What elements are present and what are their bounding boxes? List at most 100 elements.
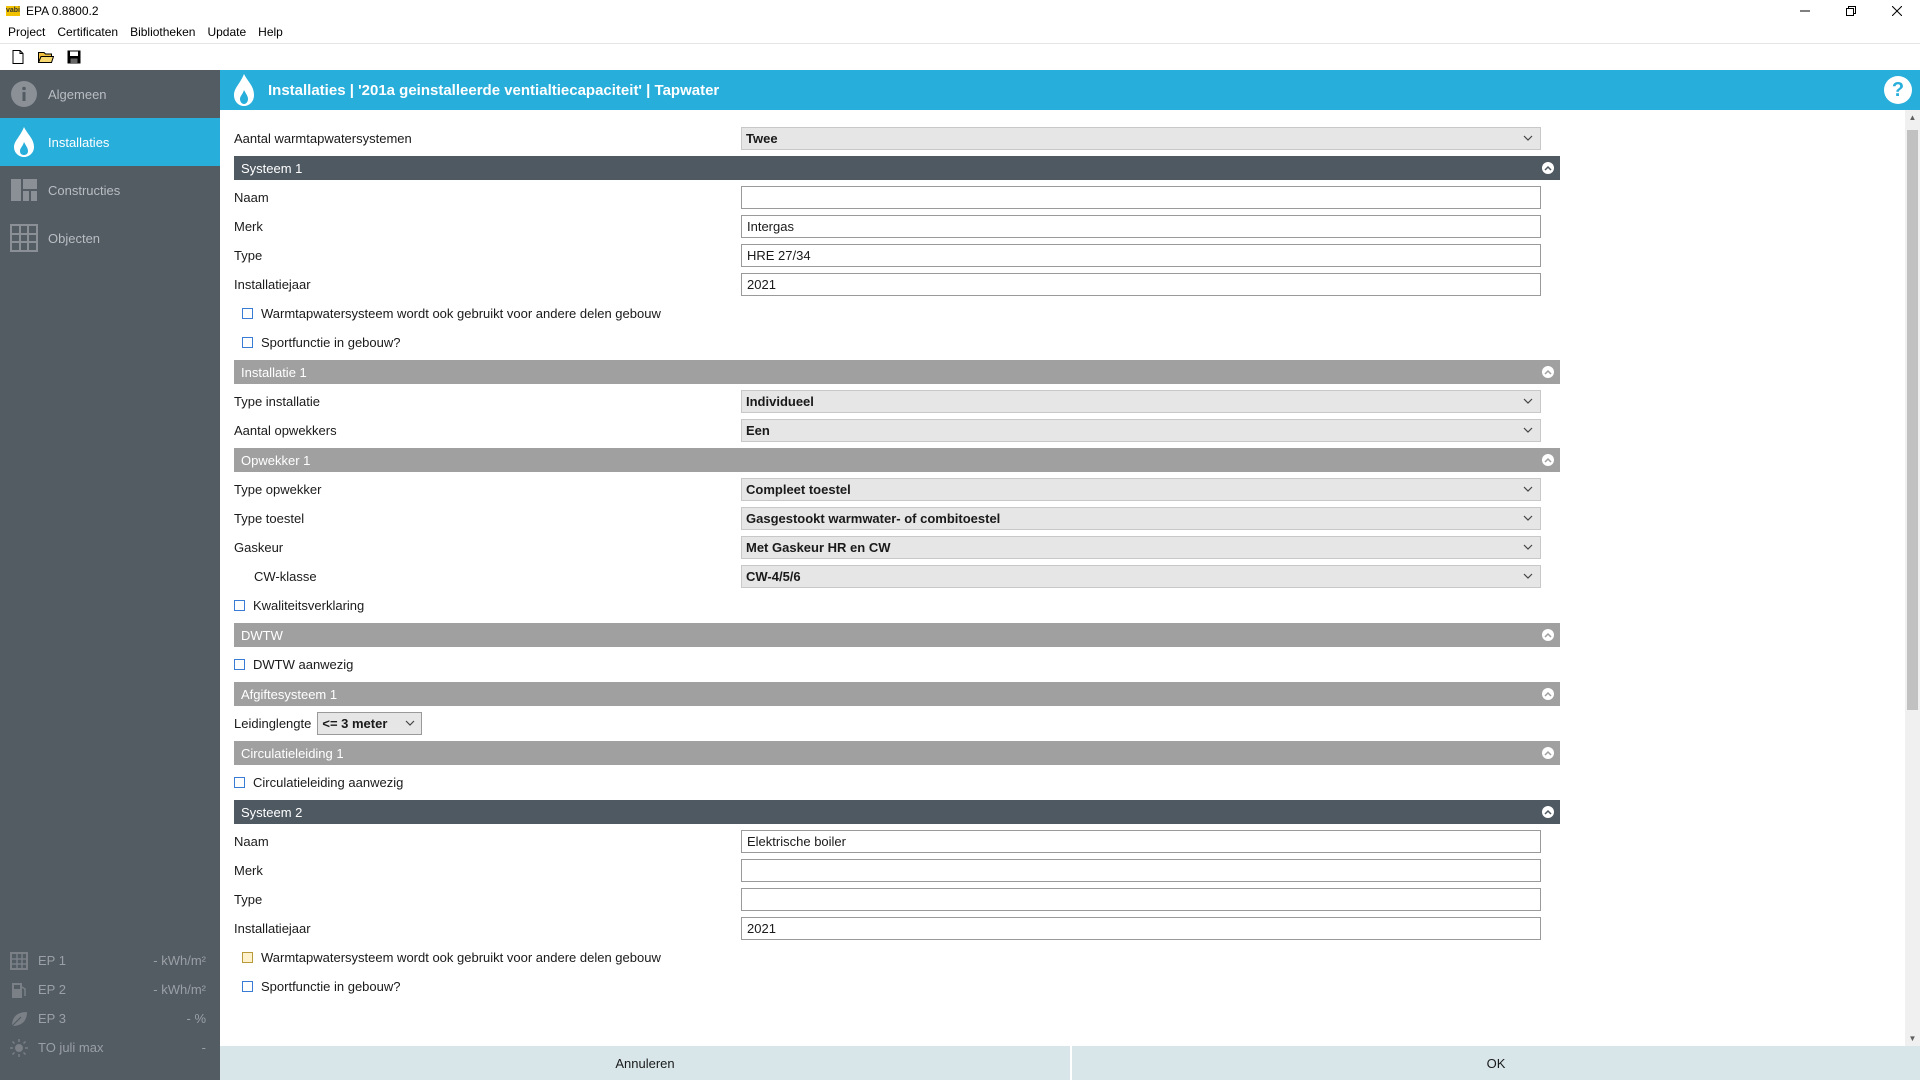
window-title: EPA 0.8800.2 xyxy=(26,4,99,18)
scroll-down-icon[interactable]: ▼ xyxy=(1905,1031,1920,1046)
section-installatie-1[interactable]: Installatie 1 xyxy=(234,360,1560,384)
menu-bibliotheken[interactable]: Bibliotheken xyxy=(124,25,201,39)
section-opwekker-1[interactable]: Opwekker 1 xyxy=(234,448,1560,472)
stat-ep2: EP 2 - kWh/m² xyxy=(0,975,220,1004)
new-file-icon[interactable] xyxy=(10,49,26,65)
menu-help[interactable]: Help xyxy=(252,25,289,39)
chevron-down-icon xyxy=(1523,398,1533,404)
kwaliteitsverklaring-checkbox[interactable] xyxy=(234,600,245,611)
main-content: Aantal warmtapwatersystemen Twee Systeem… xyxy=(220,110,1905,1046)
section-systeem-1[interactable]: Systeem 1 xyxy=(234,156,1560,180)
cancel-button[interactable]: Annuleren xyxy=(220,1046,1070,1080)
chevron-down-icon xyxy=(1523,515,1533,521)
cw-klasse-select[interactable]: CW-4/5/6 xyxy=(741,565,1541,588)
installatiejaar-input[interactable]: 2021 xyxy=(741,917,1541,940)
form-row: Merk Intergas xyxy=(234,212,1560,241)
scroll-thumb[interactable] xyxy=(1907,130,1918,710)
merk-input[interactable] xyxy=(741,859,1541,882)
minimize-icon[interactable] xyxy=(1782,0,1828,22)
save-icon[interactable] xyxy=(66,49,82,65)
andere-delen-checkbox-row[interactable]: Warmtapwatersysteem wordt ook gebruikt v… xyxy=(234,943,1560,972)
type-input[interactable] xyxy=(741,888,1541,911)
menu-update[interactable]: Update xyxy=(201,25,252,39)
open-folder-icon[interactable] xyxy=(38,49,54,65)
form-row: Installatiejaar 2021 xyxy=(234,270,1560,299)
flame-icon xyxy=(230,72,258,108)
section-systeem-2[interactable]: Systeem 2 xyxy=(234,800,1560,824)
type-opwekker-select[interactable]: Compleet toestel xyxy=(741,478,1541,501)
menu-certificaten[interactable]: Certificaten xyxy=(51,25,124,39)
collapse-icon[interactable] xyxy=(1542,747,1554,759)
andere-delen-checkbox[interactable] xyxy=(242,308,253,319)
sidebar-item-installaties[interactable]: Installaties xyxy=(0,118,220,166)
circulatieleiding-checkbox[interactable] xyxy=(234,777,245,788)
stat-to-juli: TO juli max - xyxy=(0,1033,220,1062)
collapse-icon[interactable] xyxy=(1542,454,1554,466)
sidebar-item-algemeen[interactable]: Algemeen xyxy=(0,70,220,118)
sidebar-item-objecten[interactable]: Objecten xyxy=(0,214,220,262)
sportfunctie-checkbox-row[interactable]: Sportfunctie in gebouw? xyxy=(234,972,1560,1001)
window-controls xyxy=(1782,0,1920,22)
dwtw-checkbox-row[interactable]: DWTW aanwezig xyxy=(234,650,1560,679)
collapse-icon[interactable] xyxy=(1542,366,1554,378)
collapse-icon[interactable] xyxy=(1542,688,1554,700)
form-row: Leidinglengte <= 3 meter xyxy=(234,709,1560,738)
circulatieleiding-checkbox-row[interactable]: Circulatieleiding aanwezig xyxy=(234,768,1560,797)
type-installatie-select[interactable]: Individueel xyxy=(741,390,1541,413)
building-icon xyxy=(10,951,28,970)
stat-ep1: EP 1 - kWh/m² xyxy=(0,946,220,975)
energy-stats: EP 1 - kWh/m² EP 2 - kWh/m² EP 3 - % TO … xyxy=(0,946,220,1062)
chevron-down-icon xyxy=(1523,486,1533,492)
naam-input[interactable] xyxy=(741,186,1541,209)
blocks-icon xyxy=(10,176,38,204)
leaf-icon xyxy=(10,1010,28,1028)
form-row: Naam Elektrische boiler xyxy=(234,827,1560,856)
form-row: Installatiejaar 2021 xyxy=(234,914,1560,943)
sidebar: Algemeen Installaties Constructies Objec… xyxy=(0,70,220,1080)
collapse-icon[interactable] xyxy=(1542,629,1554,641)
sportfunctie-checkbox-row[interactable]: Sportfunctie in gebouw? xyxy=(234,328,1560,357)
menu-project[interactable]: Project xyxy=(2,25,51,39)
form-row: Aantal warmtapwatersystemen Twee xyxy=(234,124,1560,153)
restore-icon[interactable] xyxy=(1828,0,1874,22)
sportfunctie-checkbox[interactable] xyxy=(242,337,253,348)
aantal-opwekkers-select[interactable]: Een xyxy=(741,419,1541,442)
gaskeur-select[interactable]: Met Gaskeur HR en CW xyxy=(741,536,1541,559)
sidebar-item-label: Installaties xyxy=(48,134,110,150)
installatiejaar-input[interactable]: 2021 xyxy=(741,273,1541,296)
sun-icon xyxy=(10,1038,28,1057)
vertical-scrollbar[interactable]: ▲ ▼ xyxy=(1905,110,1920,1046)
collapse-icon[interactable] xyxy=(1542,806,1554,818)
form-row: Type installatie Individueel xyxy=(234,387,1560,416)
form-row: Type xyxy=(234,885,1560,914)
sidebar-item-constructies[interactable]: Constructies xyxy=(0,166,220,214)
chevron-down-icon xyxy=(1523,544,1533,550)
ok-button[interactable]: OK xyxy=(1072,1046,1920,1080)
sportfunctie-checkbox[interactable] xyxy=(242,981,253,992)
page-title: Installaties | '201a geinstalleerde vent… xyxy=(268,81,720,99)
type-toestel-select[interactable]: Gasgestookt warmwater- of combitoestel xyxy=(741,507,1541,530)
menu-bar: Project Certificaten Bibliotheken Update… xyxy=(0,22,1920,42)
type-input[interactable]: HRE 27/34 xyxy=(741,244,1541,267)
stat-ep3: EP 3 - % xyxy=(0,1004,220,1033)
sidebar-item-label: Objecten xyxy=(48,230,101,246)
building-icon xyxy=(10,224,38,252)
close-icon[interactable] xyxy=(1874,0,1920,22)
leidinglengte-select[interactable]: <= 3 meter xyxy=(317,712,423,735)
scroll-up-icon[interactable]: ▲ xyxy=(1905,110,1920,125)
page-header: Installaties | '201a geinstalleerde vent… xyxy=(220,70,1920,110)
dwtw-checkbox[interactable] xyxy=(234,659,245,670)
help-icon[interactable]: ? xyxy=(1884,76,1912,104)
collapse-icon[interactable] xyxy=(1542,162,1554,174)
chevron-down-icon xyxy=(405,720,415,726)
section-circulatieleiding-1[interactable]: Circulatieleiding 1 xyxy=(234,741,1560,765)
aantal-systemen-select[interactable]: Twee xyxy=(741,127,1541,150)
andere-delen-checkbox[interactable] xyxy=(242,952,253,963)
merk-input[interactable]: Intergas xyxy=(741,215,1541,238)
section-dwtw[interactable]: DWTW xyxy=(234,623,1560,647)
kwaliteitsverklaring-checkbox-row[interactable]: Kwaliteitsverklaring xyxy=(234,591,1560,620)
sidebar-item-label: Constructies xyxy=(48,182,121,198)
naam-input[interactable]: Elektrische boiler xyxy=(741,830,1541,853)
andere-delen-checkbox-row[interactable]: Warmtapwatersysteem wordt ook gebruikt v… xyxy=(234,299,1560,328)
section-afgiftesysteem-1[interactable]: Afgiftesysteem 1 xyxy=(234,682,1560,706)
